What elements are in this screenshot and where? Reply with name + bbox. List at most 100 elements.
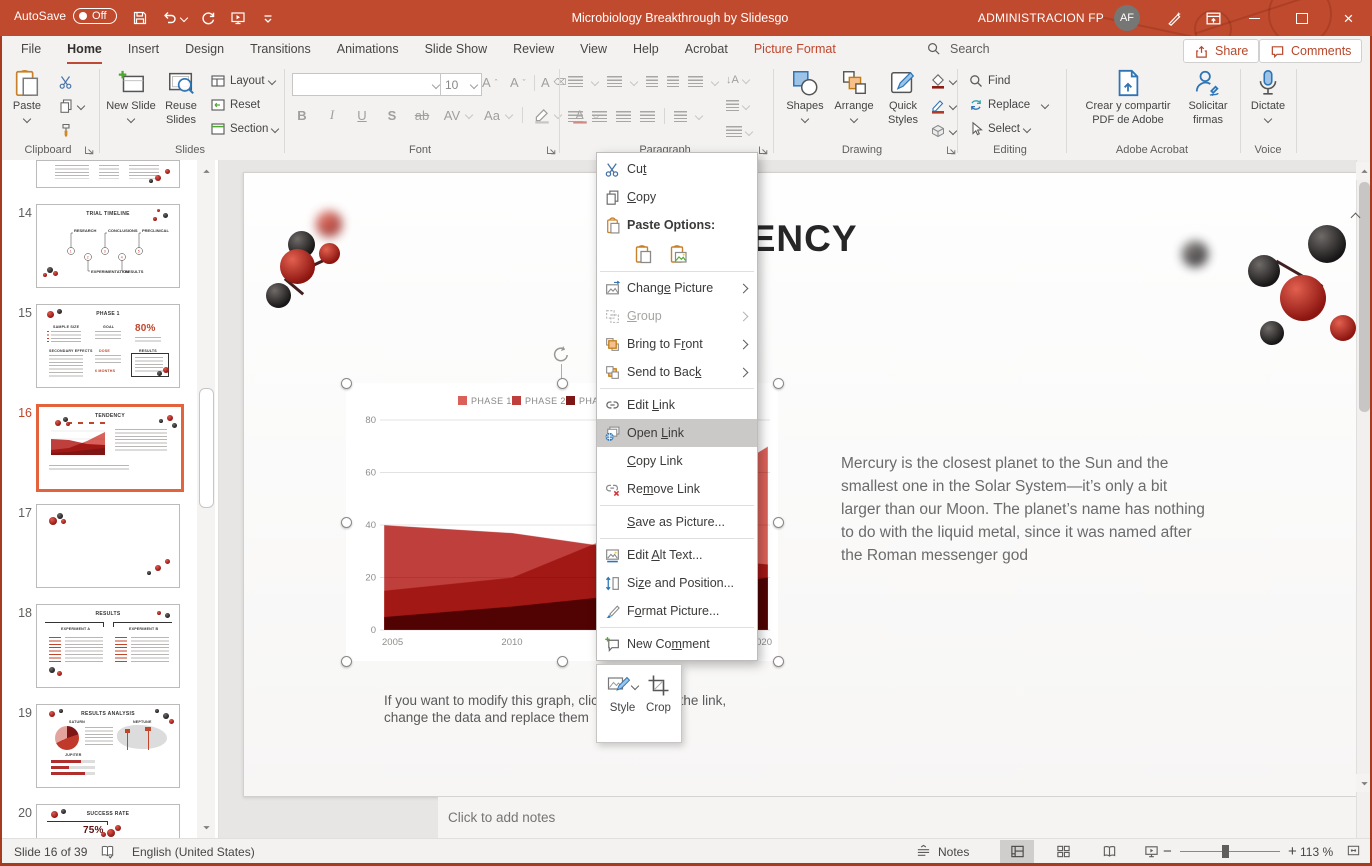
- character-spacing-button[interactable]: AV: [442, 108, 462, 123]
- shapes-button[interactable]: Shapes: [782, 68, 828, 122]
- justify-button[interactable]: [640, 111, 655, 122]
- slide-canvas[interactable]: TENDENCY Mercury is the closest planet t…: [243, 172, 1357, 797]
- redo-button[interactable]: [193, 7, 223, 29]
- clipboard-dialog-launcher[interactable]: [84, 145, 94, 155]
- underline-button[interactable]: U: [352, 108, 372, 123]
- copy-button[interactable]: [58, 98, 84, 114]
- font-name-combobox[interactable]: [292, 73, 444, 96]
- text-direction-button[interactable]: ↓A: [726, 74, 749, 86]
- menu-item-edit-link[interactable]: Edit Link: [597, 391, 757, 419]
- notes-toggle-button[interactable]: Notes: [916, 839, 969, 864]
- find-button[interactable]: Find: [968, 73, 1010, 89]
- text-shadow-button[interactable]: S: [382, 108, 402, 123]
- align-text-button[interactable]: [726, 100, 749, 111]
- menu-item-cut[interactable]: Cut: [597, 155, 757, 183]
- menu-item-change-picture[interactable]: Change Picture: [597, 274, 757, 302]
- slide-body-text[interactable]: Mercury is the closest planet to the Sun…: [841, 453, 1209, 568]
- collapse-ribbon-button[interactable]: [1352, 210, 1364, 220]
- shape-fill-button[interactable]: [930, 73, 956, 89]
- menu-item-size-and-position[interactable]: Size and Position...: [597, 569, 757, 597]
- thumbnail-scrollbar[interactable]: [197, 160, 215, 838]
- tab-file[interactable]: File: [8, 36, 54, 64]
- scroll-up-button[interactable]: [197, 162, 215, 180]
- slide-thumbnail-18[interactable]: RESULTS EXPERIMENT A EXPERIMENT B: [36, 604, 180, 688]
- slide-thumbnail-17[interactable]: [36, 504, 180, 588]
- language-indicator[interactable]: English (United States): [132, 839, 255, 864]
- menu-item-remove-link[interactable]: Remove Link: [597, 475, 757, 503]
- minimize-button[interactable]: [1231, 0, 1278, 36]
- undo-button[interactable]: [155, 7, 193, 29]
- close-button[interactable]: ×: [1325, 0, 1372, 36]
- drawing-dialog-launcher[interactable]: [946, 145, 956, 155]
- tab-picture-format[interactable]: Picture Format: [741, 36, 849, 64]
- layout-button[interactable]: Layout: [210, 73, 275, 89]
- font-size-combobox[interactable]: 10: [440, 73, 482, 96]
- convert-smartart-button[interactable]: [726, 126, 752, 137]
- align-left-button[interactable]: [568, 111, 583, 122]
- reuse-slides-button[interactable]: Reuse Slides: [158, 68, 204, 128]
- new-slide-button[interactable]: New Slide: [106, 68, 156, 122]
- grow-font-button[interactable]: Aˆ: [482, 75, 498, 90]
- fit-slide-button[interactable]: [1336, 839, 1370, 862]
- menu-item-copy[interactable]: Copy: [597, 183, 757, 211]
- change-case-button[interactable]: Aa: [482, 108, 502, 123]
- selection-handle-top-left[interactable]: [341, 378, 352, 389]
- menu-item-open-link[interactable]: Open Link: [597, 419, 757, 447]
- selection-handle-top-right[interactable]: [773, 378, 784, 389]
- menu-item-copy-link[interactable]: Copy Link: [597, 447, 757, 475]
- cut-button[interactable]: [58, 74, 74, 90]
- shrink-font-button[interactable]: Aˇ: [510, 75, 526, 90]
- tab-insert[interactable]: Insert: [115, 36, 172, 64]
- menu-item-group[interactable]: Group: [597, 302, 757, 330]
- notes-pane[interactable]: Click to add notes: [438, 796, 1372, 839]
- crop-button[interactable]: Crop: [646, 674, 671, 742]
- slide-thumbnail-14[interactable]: TRIAL TIMELINE RESEARCH CONCLUSIONS PREC…: [36, 204, 180, 288]
- menu-item-new-comment[interactable]: New Comment: [597, 630, 757, 658]
- maximize-button[interactable]: [1278, 0, 1325, 36]
- tab-home[interactable]: Home: [54, 36, 115, 64]
- numbering-button[interactable]: [607, 76, 622, 87]
- customize-quick-access-button[interactable]: [253, 7, 283, 29]
- shape-outline-button[interactable]: [930, 98, 956, 114]
- paste-button[interactable]: Paste: [12, 68, 42, 122]
- columns-button[interactable]: [674, 111, 687, 122]
- slide-counter[interactable]: Slide 16 of 39: [14, 839, 87, 864]
- zoom-in-button[interactable]: +: [1288, 839, 1297, 864]
- scrollbar-thumb[interactable]: [199, 388, 214, 508]
- menu-item-format-picture[interactable]: Format Picture...: [597, 597, 757, 625]
- tab-view[interactable]: View: [567, 36, 620, 64]
- spellcheck-button[interactable]: [100, 839, 115, 864]
- presenter-pen-icon[interactable]: [1166, 10, 1183, 27]
- slide-thumbnail-19[interactable]: RESULTS ANALYSIS SATURN NEPTUNE JUPITER: [36, 704, 180, 788]
- dictate-button[interactable]: Dictate: [1246, 68, 1290, 122]
- replace-button[interactable]: Replace: [968, 97, 1048, 113]
- selection-handle-bottom-right[interactable]: [773, 656, 784, 667]
- shape-effects-button[interactable]: [930, 123, 956, 139]
- bold-button[interactable]: B: [292, 108, 312, 123]
- highlight-color-button[interactable]: [533, 106, 551, 124]
- zoom-slider-track[interactable]: [1180, 851, 1280, 852]
- tab-review[interactable]: Review: [500, 36, 567, 64]
- picture-style-button[interactable]: Style: [607, 674, 638, 742]
- strikethrough-button[interactable]: ab: [412, 108, 432, 123]
- line-spacing-button[interactable]: [688, 76, 703, 87]
- create-pdf-button[interactable]: Crear y compartir PDF de Adobe: [1078, 68, 1178, 128]
- search-box[interactable]: Search: [926, 41, 990, 56]
- zoom-slider-thumb[interactable]: [1222, 845, 1229, 858]
- scroll-down-button[interactable]: [197, 818, 215, 836]
- start-slideshow-button[interactable]: [223, 7, 253, 29]
- tab-slide-show[interactable]: Slide Show: [412, 36, 501, 64]
- request-signatures-button[interactable]: Solicitar firmas: [1182, 68, 1234, 128]
- autosave-toggle[interactable]: Off: [73, 8, 116, 24]
- tab-help[interactable]: Help: [620, 36, 672, 64]
- quick-styles-button[interactable]: Quick Styles: [880, 68, 926, 128]
- save-button[interactable]: [125, 7, 155, 29]
- menu-item-send-to-back[interactable]: Send to Back: [597, 358, 757, 386]
- clear-formatting-button[interactable]: A⌫: [541, 75, 566, 90]
- slide-sorter-view-button[interactable]: [1046, 840, 1080, 863]
- selection-handle-middle-right[interactable]: [773, 517, 784, 528]
- account-area[interactable]: ADMINISTRACION FP AF: [978, 0, 1140, 36]
- ribbon-display-options-icon[interactable]: [1205, 10, 1222, 27]
- italic-button[interactable]: I: [322, 107, 342, 123]
- align-center-button[interactable]: [592, 111, 607, 122]
